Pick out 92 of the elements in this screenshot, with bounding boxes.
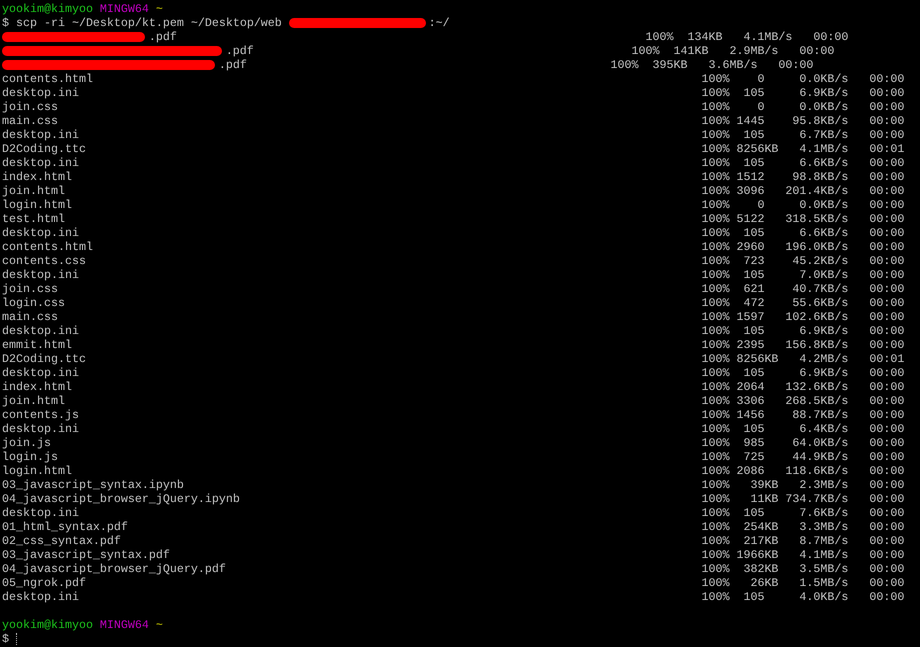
file-name: login.html	[2, 198, 72, 212]
file-name: .pdf	[226, 44, 254, 58]
file-name: contents.css	[2, 254, 86, 268]
file-name: test.html	[2, 212, 65, 226]
transfer-stats: 100% 105 6.9KB/s 00:00	[701, 324, 904, 338]
file-name: 02_css_syntax.pdf	[2, 534, 121, 548]
file-name: desktop.ini	[2, 86, 79, 100]
file-name: D2Coding.ttc	[2, 142, 86, 156]
file-name: 03_javascript_syntax.ipynb	[2, 478, 184, 492]
file-name: contents.js	[2, 408, 79, 422]
transfer-stats: 100% 105 7.0KB/s 00:00	[701, 268, 904, 282]
transfer-stats: 100% 985 64.0KB/s 00:00	[701, 436, 904, 450]
file-name: main.css	[2, 114, 58, 128]
file-name: login.js	[2, 450, 58, 464]
transfer-stats: 100% 382KB 3.5MB/s 00:00	[701, 562, 904, 576]
file-name: join.html	[2, 394, 65, 408]
system-name: MINGW64	[100, 2, 149, 16]
command-text: :~/	[428, 16, 450, 30]
transfer-stats: 100% 105 6.6KB/s 00:00	[701, 156, 904, 170]
transfer-stats: 100% 725 44.9KB/s 00:00	[701, 450, 904, 464]
file-name: emmit.html	[2, 338, 72, 352]
transfer-stats: 100% 11KB 734.7KB/s 00:00	[701, 492, 904, 506]
file-name: desktop.ini	[2, 268, 79, 282]
transfer-stats: 100% 621 40.7KB/s 00:00	[701, 282, 904, 296]
file-name: login.html	[2, 464, 72, 478]
file-name: desktop.ini	[2, 590, 79, 604]
file-name: 01_html_syntax.pdf	[2, 520, 128, 534]
current-path: ~	[156, 618, 163, 632]
file-name: desktop.ini	[2, 506, 79, 520]
transfer-stats: 100% 2395 156.8KB/s 00:00	[701, 338, 904, 352]
prompt-symbol: $	[2, 632, 9, 646]
transfer-stats: 100% 141KB 2.9MB/s 00:00	[632, 44, 834, 58]
file-name: 04_javascript_browser_jQuery.pdf	[2, 562, 226, 576]
system-name: MINGW64	[100, 618, 149, 632]
transfer-stats: 100% 254KB 3.3MB/s 00:00	[701, 520, 904, 534]
file-name: .pdf	[148, 30, 177, 44]
transfer-stats: 100% 1512 98.8KB/s 00:00	[701, 170, 904, 184]
transfer-stats: 100% 2086 118.6KB/s 00:00	[701, 464, 904, 478]
transfer-stats: 100% 0 0.0KB/s 00:00	[701, 100, 904, 114]
transfer-stats: 100% 217KB 8.7MB/s 00:00	[701, 534, 904, 548]
file-name: main.css	[2, 310, 58, 324]
file-name: login.css	[2, 296, 65, 310]
transfer-stats: 100% 105 6.9KB/s 00:00	[701, 366, 904, 380]
file-name: .pdf	[218, 58, 247, 72]
transfer-stats: 100% 8256KB 4.2MB/s 00:01	[701, 352, 904, 366]
file-name: join.css	[2, 100, 58, 114]
transfer-stats: 100% 5122 318.5KB/s 00:00	[701, 212, 904, 226]
transfer-stats: 100% 0 0.0KB/s 00:00	[701, 198, 904, 212]
file-name: join.js	[2, 436, 51, 450]
file-name: desktop.ini	[2, 366, 79, 380]
file-name: desktop.ini	[2, 128, 79, 142]
transfer-stats: 100% 105 6.6KB/s 00:00	[701, 226, 904, 240]
file-name: index.html	[2, 380, 72, 394]
transfer-stats: 100% 105 6.4KB/s 00:00	[701, 422, 904, 436]
transfer-stats: 100% 472 55.6KB/s 00:00	[701, 296, 904, 310]
file-name: join.css	[2, 282, 58, 296]
transfer-stats: 100% 1966KB 4.1MB/s 00:00	[701, 548, 904, 562]
file-name: desktop.ini	[2, 422, 79, 436]
transfer-stats: 100% 105 4.0KB/s 00:00	[701, 590, 904, 604]
transfer-stats: 100% 134KB 4.1MB/s 00:00	[646, 30, 848, 44]
user-host: yookim@kimyoo	[2, 2, 93, 16]
file-name: desktop.ini	[2, 226, 79, 240]
transfer-stats: 100% 26KB 1.5MB/s 00:00	[701, 576, 904, 590]
user-host: yookim@kimyoo	[2, 618, 93, 632]
file-name: contents.html	[2, 240, 93, 254]
transfer-stats: 100% 0 0.0KB/s 00:00	[701, 72, 904, 86]
transfer-stats: 100% 395KB 3.6MB/s 00:00	[610, 58, 814, 72]
text-cursor	[16, 633, 17, 645]
transfer-stats: 100% 105 7.6KB/s 00:00	[701, 506, 904, 520]
current-path: ~	[156, 2, 163, 16]
transfer-stats: 100% 3096 201.4KB/s 00:00	[701, 184, 904, 198]
transfer-stats: 100% 1445 95.8KB/s 00:00	[701, 114, 904, 128]
transfer-stats: 100% 2960 196.0KB/s 00:00	[701, 240, 904, 254]
transfer-stats: 100% 105 6.9KB/s 00:00	[701, 86, 904, 100]
transfer-stats: 100% 3306 268.5KB/s 00:00	[701, 394, 904, 408]
file-name: 04_javascript_browser_jQuery.ipynb	[2, 492, 240, 506]
command-text: $ scp -ri ~/Desktop/kt.pem ~/Desktop/web	[2, 16, 282, 30]
file-name: contents.html	[2, 72, 93, 86]
file-name: D2Coding.ttc	[2, 352, 86, 366]
file-name: 03_javascript_syntax.pdf	[2, 548, 170, 562]
transfer-stats: 100% 1456 88.7KB/s 00:00	[701, 408, 904, 422]
transfer-stats: 100% 105 6.7KB/s 00:00	[701, 128, 904, 142]
transfer-stats: 100% 8256KB 4.1MB/s 00:01	[701, 142, 904, 156]
file-name: index.html	[2, 170, 72, 184]
file-name: desktop.ini	[2, 156, 79, 170]
transfer-stats: 100% 1597 102.6KB/s 00:00	[701, 310, 904, 324]
transfer-stats: 100% 723 45.2KB/s 00:00	[701, 254, 904, 268]
transfer-stats: 100% 39KB 2.3MB/s 00:00	[701, 478, 904, 492]
file-name: join.html	[2, 184, 65, 198]
file-name: desktop.ini	[2, 324, 79, 338]
file-name: 05_ngrok.pdf	[2, 576, 86, 590]
transfer-stats: 100% 2064 132.6KB/s 00:00	[701, 380, 904, 394]
